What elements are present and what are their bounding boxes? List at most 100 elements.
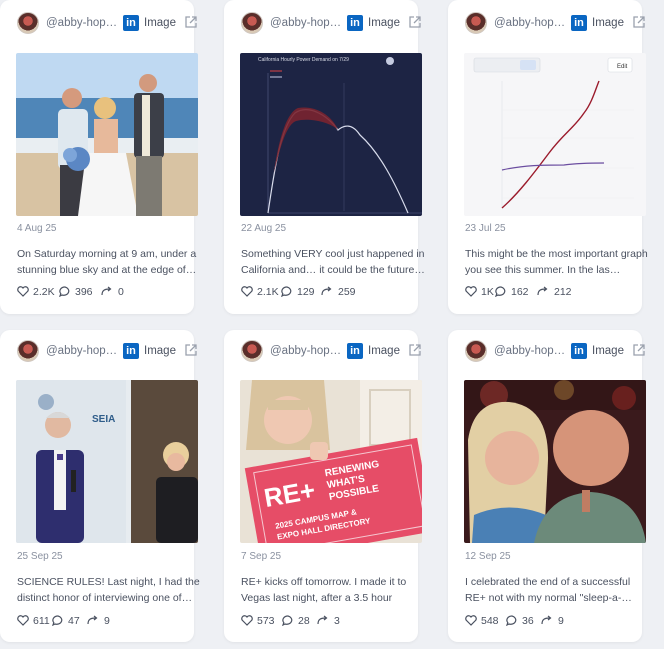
comment-icon [51,615,63,627]
heart-icon [465,286,477,297]
likes-count: 2.2K [33,286,55,298]
posts-grid: @abby-hop… in Image 4 Aug 25 On Saturday… [0,0,664,649]
external-link-icon[interactable] [632,343,646,357]
post-card[interactable]: @abby-hop… in Image RE+ RENEWING WHAT'S … [224,330,422,642]
external-link-icon[interactable] [184,343,198,357]
post-excerpt[interactable]: I celebrated the end of a successful RE+… [465,574,649,606]
external-link-icon[interactable] [184,15,198,29]
author-handle[interactable]: @abby-hop… [494,17,565,29]
post-header: @abby-hop… in Image [464,328,658,368]
post-card[interactable]: @abby-hop… in Image 4 Aug 25 On Saturday… [0,0,198,314]
post-header: @abby-hop… in Image [16,0,210,40]
comments-count: 36 [522,615,534,627]
external-link-icon[interactable] [408,15,422,29]
heart-icon [241,615,253,626]
post-card[interactable]: @abby-hop… in Image SEIA 25 Sep 25 SCIEN… [0,330,200,642]
post-date: 12 Sep 25 [465,551,511,562]
reposts-count: 0 [118,286,124,298]
avatar [17,340,39,362]
likes-count: 1K [481,286,494,298]
heart-icon [465,615,477,626]
post-card[interactable]: @abby-hop… in Image California Hourly Po… [224,0,425,314]
author-handle[interactable]: @abby-hop… [270,17,341,29]
comments-stat: 36 [505,615,534,627]
post-image[interactable]: Edit [464,53,646,216]
avatar [465,340,487,362]
post-excerpt[interactable]: On Saturday morning at 9 am, under a stu… [17,246,201,278]
comment-icon [281,615,293,627]
post-excerpt[interactable]: RE+ kicks off tomorrow. I made it to Veg… [241,574,425,606]
reposts-count: 9 [558,615,564,627]
likes-stat: 611 [17,615,50,627]
reposts-stat: 0 [101,286,124,298]
author-handle[interactable]: @abby-hop… [270,345,341,357]
heart-icon [17,615,29,626]
post-date: 4 Aug 25 [17,223,57,234]
post-image[interactable]: SEIA [16,380,198,543]
comment-icon [505,615,517,627]
post-date: 23 Jul 25 [465,223,506,234]
comments-stat: 129 [280,286,315,298]
post-image[interactable] [16,53,198,216]
post-type-label: Image [592,345,624,357]
likes-stat: 1K [465,286,494,298]
comments-count: 47 [68,615,80,627]
external-link-icon[interactable] [408,343,422,357]
post-excerpt[interactable]: Something VERY cool just happened in Cal… [241,246,425,278]
linkedin-icon: in [571,15,587,31]
repost-icon [101,286,112,296]
comments-count: 28 [298,615,310,627]
reposts-count: 9 [104,615,110,627]
post-image[interactable] [464,380,646,543]
linkedin-icon: in [347,15,363,31]
external-link-icon[interactable] [632,15,646,29]
repost-icon [321,286,332,296]
post-date: 7 Sep 25 [241,551,282,562]
post-date: 25 Sep 25 [17,551,63,562]
linkedin-icon: in [123,15,139,31]
comments-stat: 47 [51,615,80,627]
reposts-stat: 9 [87,615,110,627]
author-handle[interactable]: @abby-hop… [46,17,117,29]
heart-icon [241,286,253,297]
post-image[interactable]: RE+ RENEWING WHAT'S POSSIBLE 2025 CAMPUS… [240,380,422,543]
post-excerpt[interactable]: This might be the most important graph y… [465,246,649,278]
post-type-label: Image [368,345,400,357]
post-type-label: Image [592,17,624,29]
comments-count: 129 [297,286,315,298]
repost-icon [317,615,328,625]
reposts-count: 259 [338,286,356,298]
likes-stat: 548 [465,615,499,627]
reposts-count: 3 [334,615,340,627]
post-excerpt[interactable]: SCIENCE RULES! Last night, I had the dis… [17,574,201,606]
post-type-label: Image [144,345,176,357]
avatar [241,340,263,362]
post-card[interactable]: @abby-hop… in Image Edit 23 Jul 25 This … [448,0,648,314]
comment-icon [494,286,506,298]
reposts-count: 212 [554,286,572,298]
post-header: @abby-hop… in Image [16,328,210,368]
heart-icon [17,286,29,297]
likes-stat: 2.1K [241,286,279,298]
author-handle[interactable]: @abby-hop… [46,345,117,357]
reposts-stat: 3 [317,615,340,627]
repost-icon [541,615,552,625]
comments-stat: 162 [494,286,529,298]
post-date: 22 Aug 25 [241,223,287,234]
repost-icon [87,615,98,625]
comments-stat: 28 [281,615,310,627]
chart-edit-label: Edit [617,64,628,70]
banner-text: SEIA [92,414,115,425]
post-image[interactable]: California Hourly Power Demand on 7/29 [240,53,422,216]
avatar [241,12,263,34]
post-header: @abby-hop… in Image [464,0,658,40]
repost-icon [537,286,548,296]
comments-stat: 396 [58,286,93,298]
author-handle[interactable]: @abby-hop… [494,345,565,357]
comments-count: 162 [511,286,529,298]
linkedin-icon: in [123,343,139,359]
post-card[interactable]: @abby-hop… in Image 12 Sep 25 I celebrat… [448,330,646,642]
comments-count: 396 [75,286,93,298]
likes-count: 2.1K [257,286,279,298]
likes-count: 548 [481,615,499,627]
